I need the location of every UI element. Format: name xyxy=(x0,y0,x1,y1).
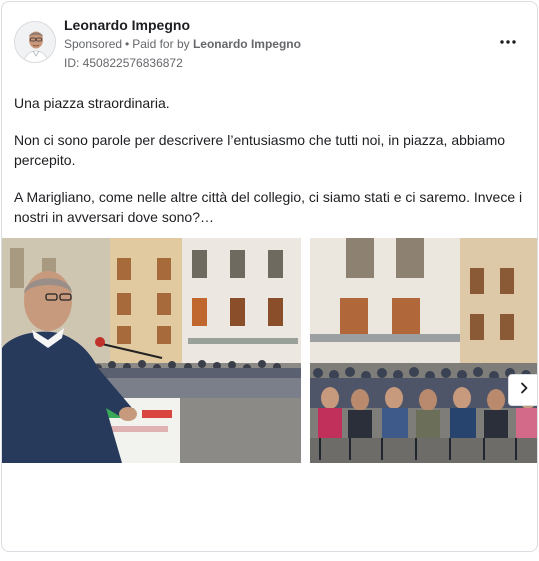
meta-separator: • xyxy=(125,37,130,51)
carousel-image-speaker[interactable] xyxy=(2,238,301,463)
more-options-icon[interactable] xyxy=(494,30,522,54)
image-carousel xyxy=(2,238,537,463)
advertiser-name[interactable]: Leonardo Impegno xyxy=(64,17,190,33)
advertiser-avatar[interactable] xyxy=(14,21,56,63)
ad-card: Leonardo Impegno Sponsored • Paid for by L… xyxy=(1,1,538,552)
sponsored-line: Sponsored • Paid for by Leonardo Impegno xyxy=(64,37,301,51)
body-paragraph: Non ci sono parole per descrivere l’entu… xyxy=(14,132,506,168)
ad-body-text: Una piazza straordinaria. Non ci sono pa… xyxy=(14,93,529,244)
body-paragraph: Una piazza straordinaria. xyxy=(14,95,170,111)
paid-for-name: Leonardo Impegno xyxy=(192,37,301,51)
chevron-right-icon xyxy=(518,381,530,399)
sponsored-label: Sponsored xyxy=(64,37,123,51)
paid-for-prefix: Paid for by xyxy=(132,37,190,51)
ad-id: ID: 450822576836872 xyxy=(64,56,183,70)
carousel-image-audience[interactable] xyxy=(310,238,537,463)
body-paragraph: A Marigliano, come nelle altre città del… xyxy=(14,189,523,225)
carousel-next-button[interactable] xyxy=(508,374,537,406)
ad-header: Leonardo Impegno Sponsored • Paid for by L… xyxy=(2,2,537,82)
